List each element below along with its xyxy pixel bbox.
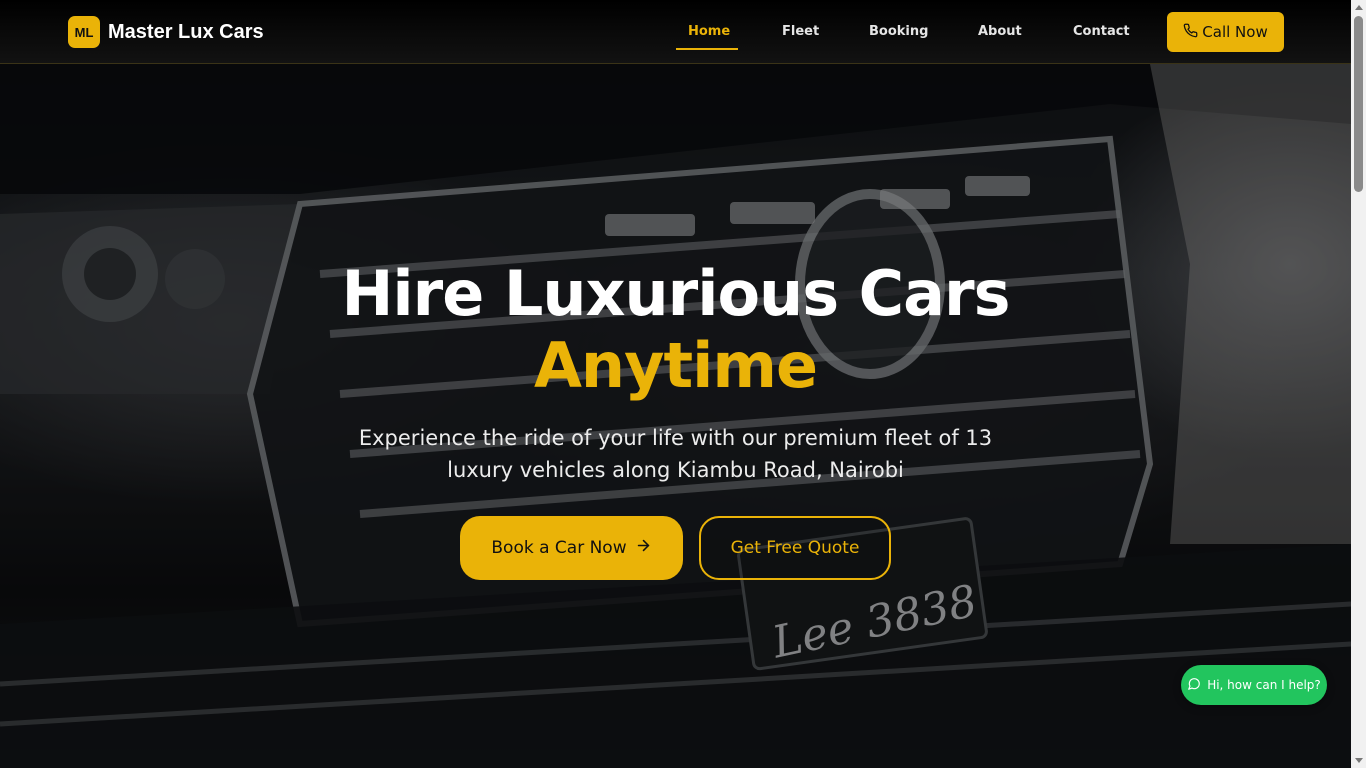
page-scrollbar[interactable]: [1351, 0, 1366, 768]
nav-fleet[interactable]: Fleet: [782, 24, 819, 39]
hero-title-accent: Anytime: [533, 329, 818, 402]
nav-booking[interactable]: Booking: [869, 24, 928, 39]
chat-widget-button[interactable]: Hi, how can I help?: [1181, 665, 1327, 705]
get-quote-label: Get Free Quote: [730, 538, 860, 558]
scroll-up-arrow-icon[interactable]: [1355, 5, 1363, 10]
scroll-down-arrow-icon[interactable]: [1355, 758, 1363, 763]
hero-dark-overlay: [0, 64, 1351, 768]
nav-about[interactable]: About: [978, 24, 1022, 39]
call-now-button[interactable]: Call Now: [1167, 12, 1284, 52]
hero-title: Hire Luxurious Cars: [341, 257, 1011, 330]
hero-background: Lee 3838: [0, 64, 1351, 768]
nav-home[interactable]: Home: [688, 24, 730, 39]
chat-widget-label: Hi, how can I help?: [1207, 678, 1321, 692]
book-car-button[interactable]: Book a Car Now: [460, 516, 683, 580]
book-car-label: Book a Car Now: [491, 538, 627, 558]
call-now-label: Call Now: [1202, 23, 1268, 41]
arrow-right-icon: [635, 537, 652, 559]
brand-name[interactable]: Master Lux Cars: [108, 20, 264, 44]
scrollbar-thumb[interactable]: [1354, 16, 1363, 192]
nav-contact[interactable]: Contact: [1073, 24, 1130, 39]
logo-badge[interactable]: ML: [68, 16, 100, 48]
hero-subtitle: Experience the ride of your life with ou…: [358, 426, 993, 482]
nav-active-indicator: [676, 48, 738, 50]
phone-icon: [1183, 23, 1198, 42]
get-quote-button[interactable]: Get Free Quote: [699, 516, 891, 580]
site-header: ML Master Lux Cars Home Fleet Booking Ab…: [0, 0, 1351, 64]
chat-bubble-icon: [1187, 677, 1201, 694]
